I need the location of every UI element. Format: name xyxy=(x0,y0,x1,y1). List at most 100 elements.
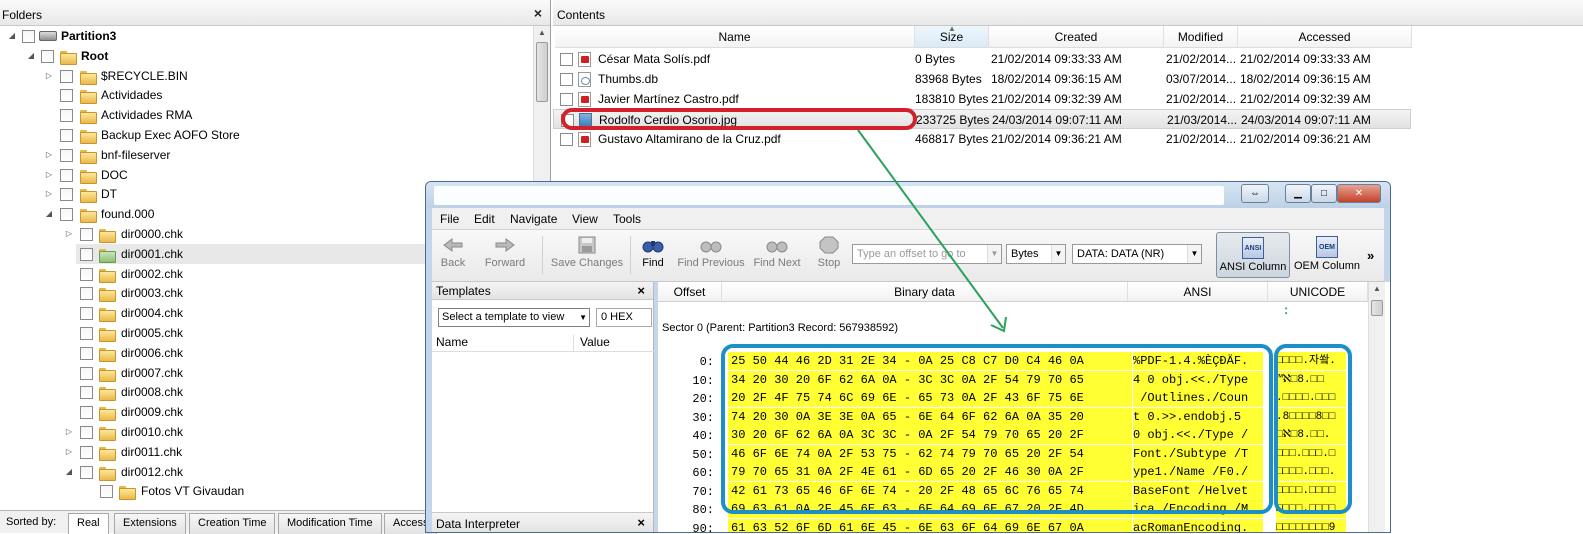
tree-item[interactable]: ◢ Root xyxy=(0,46,530,66)
restore-arrows-icon[interactable]: ⇔ xyxy=(1241,184,1269,203)
find-next-button[interactable]: Find Next xyxy=(750,236,804,269)
hex-column-binary-data[interactable]: Binary data xyxy=(722,282,1128,302)
close-data-interpreter-button[interactable]: × xyxy=(637,515,645,530)
hex-title-bar[interactable]: ⇔ ▁ □ ✕ xyxy=(426,182,1390,208)
file-row[interactable]: Thumbs.db 83968 Bytes 18/02/2014 09:36:15 … xyxy=(553,69,1411,89)
expand-arrow-icon[interactable]: ▷ xyxy=(64,442,74,462)
sort-tab-modification-time[interactable]: Modification Time xyxy=(278,513,382,534)
tree-item-checkbox[interactable] xyxy=(80,465,93,479)
close-window-button[interactable]: ✕ xyxy=(1337,184,1381,203)
sort-tab-creation-time[interactable]: Creation Time xyxy=(189,513,276,534)
menu-view[interactable]: View xyxy=(572,212,598,226)
toolbar-overflow-icon[interactable]: » xyxy=(1367,248,1374,263)
tree-item-checkbox[interactable] xyxy=(80,267,93,281)
collapse-arrow-icon[interactable]: ◢ xyxy=(26,46,36,66)
menu-tools[interactable]: Tools xyxy=(613,212,641,226)
column-created[interactable]: Created xyxy=(989,26,1164,48)
collapse-arrow-icon[interactable]: ◢ xyxy=(64,462,74,482)
tree-item-checkbox[interactable] xyxy=(80,307,93,321)
column-modified[interactable]: Modified xyxy=(1164,26,1238,48)
template-offset-input[interactable]: 0 HEX xyxy=(596,308,652,327)
expand-arrow-icon[interactable]: ▷ xyxy=(44,66,54,86)
tree-item-checkbox[interactable] xyxy=(60,208,73,222)
close-folders-button[interactable]: × xyxy=(534,5,542,21)
menu-navigate[interactable]: Navigate xyxy=(510,212,557,226)
scroll-thumb[interactable] xyxy=(536,42,548,102)
close-templates-button[interactable]: × xyxy=(637,283,645,298)
tree-item-checkbox[interactable] xyxy=(80,346,93,360)
tree-item-checkbox[interactable] xyxy=(80,327,93,340)
hex-scrollbar[interactable]: ▲ xyxy=(1368,282,1385,532)
tree-item-checkbox[interactable] xyxy=(80,426,93,439)
stop-button[interactable]: Stop xyxy=(812,236,846,269)
ansi-column-button[interactable]: ANSI ANSI Column xyxy=(1216,232,1290,278)
dropdown-arrow-icon[interactable]: ▼ xyxy=(987,245,1001,263)
expand-arrow-icon[interactable]: ▷ xyxy=(64,422,74,442)
unit-select[interactable]: Bytes ▼ xyxy=(1006,244,1066,264)
tree-item[interactable]: Backup Exec AOFO Store xyxy=(0,125,530,145)
tree-item-checkbox[interactable] xyxy=(22,30,35,43)
tree-item[interactable]: Actividades xyxy=(0,85,530,105)
menu-file[interactable]: File xyxy=(440,212,459,226)
tree-item-checkbox[interactable] xyxy=(60,188,73,202)
tree-item-checkbox[interactable] xyxy=(80,287,93,301)
expand-arrow-icon[interactable]: ▷ xyxy=(44,184,54,204)
tree-item[interactable]: Actividades RMA xyxy=(0,105,530,125)
file-row[interactable]: César Mata Solís.pdf 0 Bytes 21/02/2014 09… xyxy=(553,49,1411,69)
file-row[interactable]: Javier Martínez Castro.pdf 183810 Bytes 21… xyxy=(553,89,1411,109)
maximize-button[interactable]: □ xyxy=(1311,184,1337,203)
tree-item-checkbox[interactable] xyxy=(60,148,73,162)
tree-item-checkbox[interactable] xyxy=(41,49,54,63)
oem-column-button[interactable]: OEM OEM Column xyxy=(1292,232,1362,278)
offset-goto-input[interactable]: Type an offset to go to ▼ xyxy=(852,244,1002,264)
data-source-select[interactable]: DATA: DATA (NR) ▼ xyxy=(1072,244,1202,264)
tree-item[interactable]: ◢ Partition3 xyxy=(0,26,530,46)
tree-item-checkbox[interactable] xyxy=(60,109,73,123)
sort-tab-real[interactable]: Real xyxy=(68,513,109,534)
tree-item-checkbox[interactable] xyxy=(60,69,73,83)
file-checkbox[interactable] xyxy=(560,73,573,86)
file-checkbox[interactable] xyxy=(560,93,573,106)
file-row[interactable]: Gustavo Altamirano de la Cruz.pdf 468817 … xyxy=(553,129,1411,149)
tree-item-checkbox[interactable] xyxy=(80,247,93,261)
tree-item-checkbox[interactable] xyxy=(60,89,73,103)
tree-item-checkbox[interactable] xyxy=(80,366,93,380)
find-button[interactable]: Find xyxy=(634,236,672,269)
tree-item-checkbox[interactable] xyxy=(60,168,73,182)
collapse-arrow-icon[interactable]: ◢ xyxy=(44,204,54,224)
dropdown-arrow-icon[interactable]: ▼ xyxy=(579,309,587,326)
hex-column-offset[interactable]: Offset xyxy=(658,282,722,302)
template-select[interactable]: Select a template to view ▼ xyxy=(438,308,590,327)
hex-column-ansi[interactable]: ANSI xyxy=(1128,282,1268,302)
sort-tab-extensions[interactable]: Extensions xyxy=(114,513,186,534)
file-checkbox[interactable] xyxy=(560,133,573,146)
file-checkbox[interactable] xyxy=(560,53,573,66)
scroll-up-icon[interactable]: ▲ xyxy=(1373,284,1381,293)
expand-arrow-icon[interactable]: ▷ xyxy=(44,165,54,185)
tree-item-checkbox[interactable] xyxy=(80,445,93,459)
dropdown-arrow-icon[interactable]: ▼ xyxy=(1187,245,1201,263)
scroll-thumb[interactable] xyxy=(1371,300,1383,316)
template-column-name[interactable]: Name xyxy=(432,335,574,352)
find-previous-button[interactable]: Find Previous xyxy=(676,236,746,269)
column-accessed[interactable]: Accessed xyxy=(1238,26,1412,48)
tree-item-checkbox[interactable] xyxy=(100,485,113,499)
dropdown-arrow-icon[interactable]: ▼ xyxy=(1051,245,1065,263)
forward-button[interactable]: Forward xyxy=(480,236,530,269)
template-column-value[interactable]: Value xyxy=(574,335,654,352)
expand-arrow-icon[interactable]: ▷ xyxy=(64,224,74,244)
back-button[interactable]: Back xyxy=(436,236,470,269)
menu-edit[interactable]: Edit xyxy=(474,212,495,226)
hex-column-unicode[interactable]: UNICODE xyxy=(1268,282,1368,302)
collapse-arrow-icon[interactable]: ◢ xyxy=(7,26,17,46)
scroll-up-icon[interactable]: ▲ xyxy=(538,28,546,37)
tree-item[interactable]: ▷ $RECYCLE.BIN xyxy=(0,66,530,86)
tree-item[interactable]: ▷ bnf-fileserver xyxy=(0,145,530,165)
expand-arrow-icon[interactable]: ▷ xyxy=(44,145,54,165)
save-changes-button[interactable]: Save Changes xyxy=(550,236,624,269)
tree-item-checkbox[interactable] xyxy=(60,129,73,142)
minimize-button[interactable]: ▁ xyxy=(1285,184,1311,203)
tree-item-checkbox[interactable] xyxy=(80,406,93,420)
tree-item-checkbox[interactable] xyxy=(80,228,93,241)
column-name[interactable]: Name xyxy=(555,26,915,48)
